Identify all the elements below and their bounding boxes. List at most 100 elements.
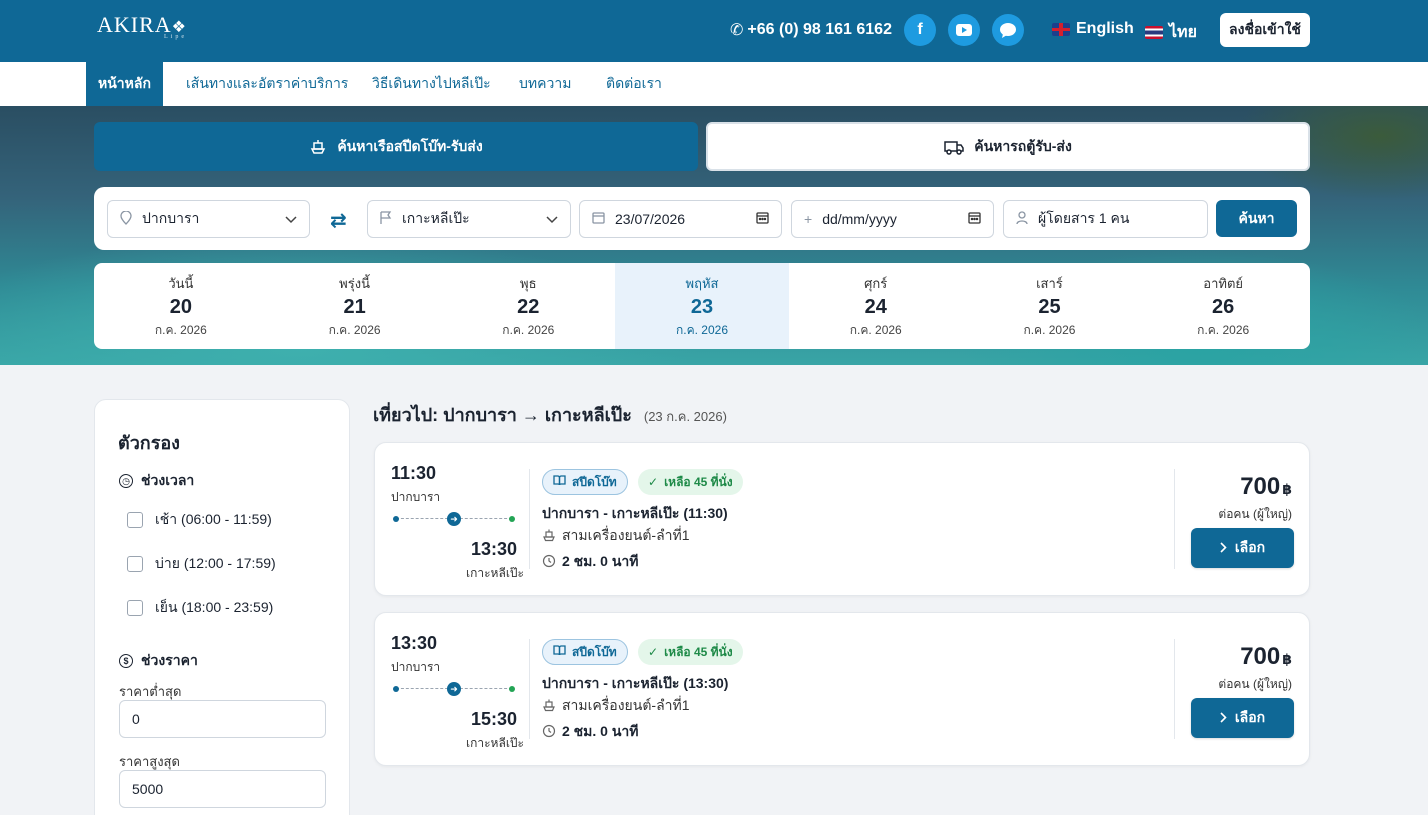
date-weekday: อาทิตย์ bbox=[1203, 275, 1244, 291]
date-month: ก.ค. 2026 bbox=[328, 322, 381, 337]
boat-name: สามเครื่องยนต์-ลำที่1 bbox=[562, 527, 690, 543]
time-filter-label: ช่วงเวลา bbox=[141, 472, 195, 488]
search-button[interactable]: ค้นหา bbox=[1216, 200, 1297, 237]
return-date-placeholder: dd/mm/yyyy bbox=[822, 211, 897, 227]
date-day: 24 bbox=[864, 295, 887, 318]
time-morning-checkbox[interactable]: เช้า (06:00 - 11:59) bbox=[127, 509, 272, 531]
boat-icon bbox=[542, 528, 556, 545]
origin-select[interactable]: ปากบารา bbox=[107, 200, 310, 238]
filter-title: ตัวกรอง bbox=[118, 433, 180, 453]
date-day: 21 bbox=[343, 295, 366, 318]
arrow-right-icon: ➜ bbox=[447, 682, 461, 696]
duration-info: 2 ชม. 0 นาที bbox=[542, 721, 639, 743]
boat-info: สามเครื่องยนต์-ลำที่1 bbox=[542, 695, 690, 717]
price-filter-heading: $ ช่วงราคา bbox=[119, 650, 198, 672]
date-month: ก.ค. 2026 bbox=[502, 322, 555, 337]
lang-thai[interactable]: ไทย bbox=[1145, 20, 1197, 45]
return-date-input[interactable]: + dd/mm/yyyy bbox=[791, 200, 994, 238]
time-evening-checkbox[interactable]: เย็น (18:00 - 23:59) bbox=[127, 597, 273, 619]
person-icon bbox=[1016, 210, 1028, 228]
calendar-icon bbox=[592, 211, 605, 227]
boat-type-label: สปีดโบ๊ท bbox=[572, 474, 617, 489]
max-price-input[interactable]: 5000 bbox=[119, 770, 326, 808]
time-filter-heading: ◷ ช่วงเวลา bbox=[119, 470, 194, 492]
seats-label: เหลือ 45 ที่นั่ง bbox=[664, 474, 733, 489]
date-option[interactable]: ศุกร์ 24 ก.ค. 2026 bbox=[789, 263, 963, 349]
chevron-right-icon bbox=[1220, 710, 1227, 726]
date-option[interactable]: พรุ่งนี้ 21 ก.ค. 2026 bbox=[268, 263, 442, 349]
date-weekday: พฤหัส bbox=[685, 275, 719, 291]
clock-icon bbox=[542, 724, 556, 741]
seats-badge: ✓ เหลือ 45 ที่นั่ง bbox=[638, 639, 743, 665]
depart-date-value: 23/07/2026 bbox=[615, 211, 686, 227]
price-value: 700 bbox=[1240, 643, 1281, 670]
arrive-place: เกาะหลีเป๊ะ bbox=[466, 566, 524, 580]
facebook-icon[interactable]: f bbox=[904, 14, 936, 46]
boat-icon bbox=[542, 698, 556, 715]
time-afternoon-checkbox[interactable]: บ่าย (12:00 - 17:59) bbox=[127, 553, 276, 575]
van-icon bbox=[944, 140, 964, 155]
price: 700 ฿ bbox=[1240, 473, 1292, 501]
destination-dot bbox=[509, 686, 515, 692]
date-day: 23 bbox=[690, 295, 714, 318]
date-option-selected[interactable]: พฤหัส 23 ก.ค. 2026 bbox=[615, 263, 789, 349]
duration-value: 2 ชม. 0 นาที bbox=[562, 553, 639, 569]
date-option[interactable]: วันนี้ 20 ก.ค. 2026 bbox=[94, 263, 268, 349]
nav-home[interactable]: หน้าหลัก bbox=[86, 62, 163, 106]
date-month: ก.ค. 2026 bbox=[676, 322, 729, 337]
logo[interactable]: AKIRA❖ Lipe bbox=[97, 12, 187, 40]
nav-articles[interactable]: บทความ bbox=[519, 62, 571, 106]
currency: ฿ bbox=[1282, 651, 1292, 667]
price-value: 700 bbox=[1240, 473, 1281, 500]
swap-icon[interactable]: ⇄ bbox=[330, 208, 347, 233]
trip-name: ปากบารา - เกาะหลีเป๊ะ (13:30) bbox=[542, 675, 729, 691]
clock-icon bbox=[542, 554, 556, 571]
nav-how-to-travel[interactable]: วิธีเดินทางไปหลีเป๊ะ bbox=[372, 62, 491, 106]
phone-icon: ✆ bbox=[730, 22, 744, 39]
lang-english-label: English bbox=[1076, 20, 1134, 37]
boat-type-label: สปีดโบ๊ท bbox=[572, 644, 617, 659]
checkbox[interactable] bbox=[127, 556, 143, 572]
filter-panel: ตัวกรอง ◷ ช่วงเวลา เช้า (06:00 - 11:59) … bbox=[94, 399, 350, 815]
min-price-input[interactable]: 0 bbox=[119, 700, 326, 738]
time-evening-label: เย็น (18:00 - 23:59) bbox=[155, 599, 274, 615]
login-button[interactable]: ลงชื่อเข้าใช้ bbox=[1220, 13, 1310, 47]
select-trip-button[interactable]: เลือก bbox=[1191, 528, 1294, 568]
depart-time: 11:30 bbox=[391, 463, 437, 483]
lang-thai-label: ไทย bbox=[1169, 24, 1197, 41]
select-trip-button[interactable]: เลือก bbox=[1191, 698, 1294, 738]
depart-place: ปากบารา bbox=[391, 490, 441, 504]
tab-van-search[interactable]: ค้นหารถตู้รับ-ส่ง bbox=[706, 122, 1310, 171]
nav-routes[interactable]: เส้นทางและอัตราค่าบริการ bbox=[186, 62, 348, 106]
book-icon bbox=[553, 475, 566, 489]
duration-info: 2 ชม. 0 นาที bbox=[542, 551, 639, 573]
duration-value: 2 ชม. 0 นาที bbox=[562, 723, 639, 739]
clock-icon: ◷ bbox=[119, 474, 133, 488]
depart-date-input[interactable]: 23/07/2026 bbox=[579, 200, 782, 238]
depart-place: ปากบารา bbox=[391, 660, 441, 674]
uk-flag-icon bbox=[1052, 22, 1070, 36]
lang-english[interactable]: English bbox=[1052, 20, 1134, 38]
checkbox[interactable] bbox=[127, 512, 143, 528]
search-form: ปากบารา ⇄ เกาะหลีเป๊ะ 23/07/2026 + dd/mm… bbox=[94, 187, 1310, 250]
tab-boat-search[interactable]: ค้นหาเรือสปีดโบ๊ท-รับส่ง bbox=[94, 122, 698, 171]
date-option[interactable]: พุธ 22 ก.ค. 2026 bbox=[441, 263, 615, 349]
phone-link[interactable]: ✆ +66 (0) 98 161 6162 bbox=[730, 20, 892, 40]
date-option[interactable]: เสาร์ 25 ก.ค. 2026 bbox=[963, 263, 1137, 349]
passengers-select[interactable]: ผู้โดยสาร 1 คน bbox=[1003, 200, 1208, 238]
results-date: (23 ก.ค. 2026) bbox=[643, 409, 727, 424]
price-unit: ต่อคน (ผู้ใหญ่) bbox=[1218, 677, 1292, 691]
calendar-picker-icon[interactable] bbox=[756, 211, 769, 227]
calendar-picker-icon[interactable] bbox=[968, 211, 981, 227]
location-pin-icon bbox=[120, 209, 132, 228]
chat-icon[interactable] bbox=[992, 14, 1024, 46]
youtube-icon[interactable] bbox=[948, 14, 980, 46]
checkbox[interactable] bbox=[127, 600, 143, 616]
book-icon bbox=[553, 645, 566, 659]
date-option[interactable]: อาทิตย์ 26 ก.ค. 2026 bbox=[1136, 263, 1310, 349]
main-nav: หน้าหลัก เส้นทางและอัตราค่าบริการ วิธีเด… bbox=[0, 62, 1428, 106]
nav-contact[interactable]: ติดต่อเรา bbox=[606, 62, 662, 106]
flag-icon bbox=[380, 210, 392, 228]
destination-select[interactable]: เกาะหลีเป๊ะ bbox=[367, 200, 571, 238]
date-weekday: เสาร์ bbox=[1036, 275, 1063, 291]
